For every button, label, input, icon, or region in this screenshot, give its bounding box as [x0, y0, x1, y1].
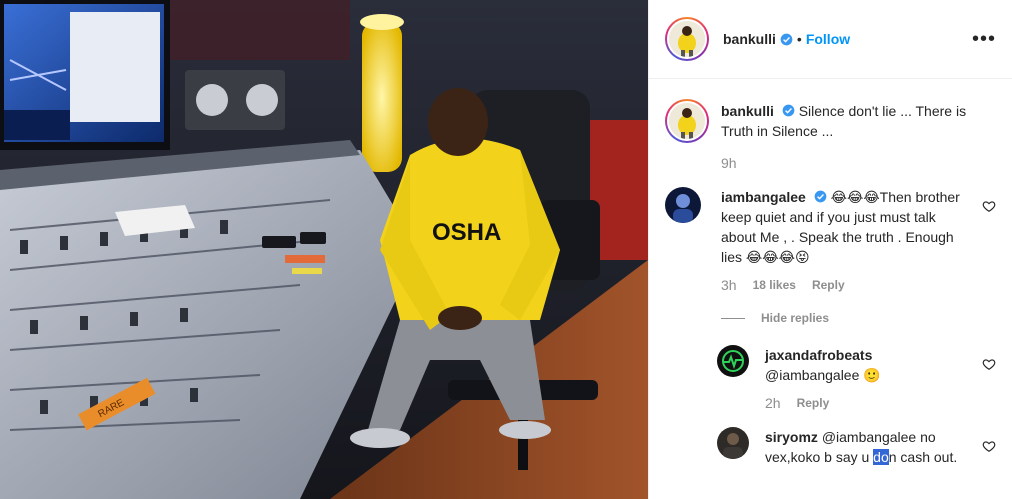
reply-button[interactable]: Reply: [797, 393, 830, 413]
caption-timestamp[interactable]: 9h: [721, 153, 737, 173]
comment-likes[interactable]: 18 likes: [753, 275, 796, 295]
reply-username[interactable]: siryomz: [765, 429, 818, 445]
verified-badge-icon: [782, 104, 795, 117]
avatar-image: [669, 103, 705, 139]
reply-text-after: n cash out.: [888, 449, 958, 465]
caption-username[interactable]: bankulli: [721, 103, 774, 119]
post-photo[interactable]: RARE OSHA: [0, 0, 648, 499]
follow-button[interactable]: Follow: [806, 31, 850, 47]
studio-photo-illustration: RARE OSHA: [0, 0, 648, 499]
reply-avatar[interactable]: [717, 345, 749, 377]
reply-button[interactable]: Reply: [812, 275, 845, 295]
hide-replies-line: [721, 317, 745, 319]
like-heart-icon[interactable]: [982, 357, 996, 371]
commenter-avatar[interactable]: [665, 187, 701, 223]
avatar-image: [669, 21, 705, 57]
verified-badge-icon: [780, 33, 793, 45]
separator-dot: •: [796, 31, 802, 47]
comment-username[interactable]: iambangalee: [721, 189, 806, 205]
reply-timestamp[interactable]: 2h: [765, 393, 781, 413]
reply-avatar[interactable]: [717, 427, 749, 459]
comment-timestamp[interactable]: 3h: [721, 275, 737, 295]
verified-badge-icon: [814, 190, 827, 203]
caption: bankulli Silence don't lie ... There is …: [665, 99, 996, 173]
author-avatar[interactable]: [665, 17, 709, 61]
comment: iambangalee 😂😂😂Then brother keep quiet a…: [665, 187, 996, 295]
more-options-icon[interactable]: •••: [972, 29, 996, 49]
avatar-image: [717, 345, 749, 377]
avatar-image: [717, 427, 749, 459]
caption-avatar[interactable]: [665, 99, 709, 143]
like-heart-icon[interactable]: [982, 199, 996, 213]
hide-replies-button[interactable]: Hide replies: [721, 311, 996, 325]
comments-section: bankulli Silence don't lie ... There is …: [649, 79, 1012, 467]
selected-text: do: [873, 449, 889, 465]
reply-username[interactable]: jaxandafrobeats: [765, 347, 872, 363]
hide-replies-label: Hide replies: [761, 311, 830, 325]
reply: jaxandafrobeats @iambangalee 🙂 2h Reply: [717, 345, 996, 413]
post-header: bankulli • Follow •••: [649, 0, 1012, 79]
like-heart-icon[interactable]: [982, 439, 996, 453]
instagram-post-view: RARE OSHA bankulli • Follow ••• bankulli…: [0, 0, 1012, 499]
author-username[interactable]: bankulli: [723, 31, 776, 47]
svg-text:OSHA: OSHA: [432, 219, 501, 246]
post-sidebar: bankulli • Follow ••• bankulli Silence d…: [648, 0, 1012, 499]
reply: siryomz @iambangalee no vex,koko b say u…: [717, 427, 996, 467]
avatar-image: [665, 187, 701, 223]
reply-text: @iambangalee 🙂: [765, 367, 881, 383]
